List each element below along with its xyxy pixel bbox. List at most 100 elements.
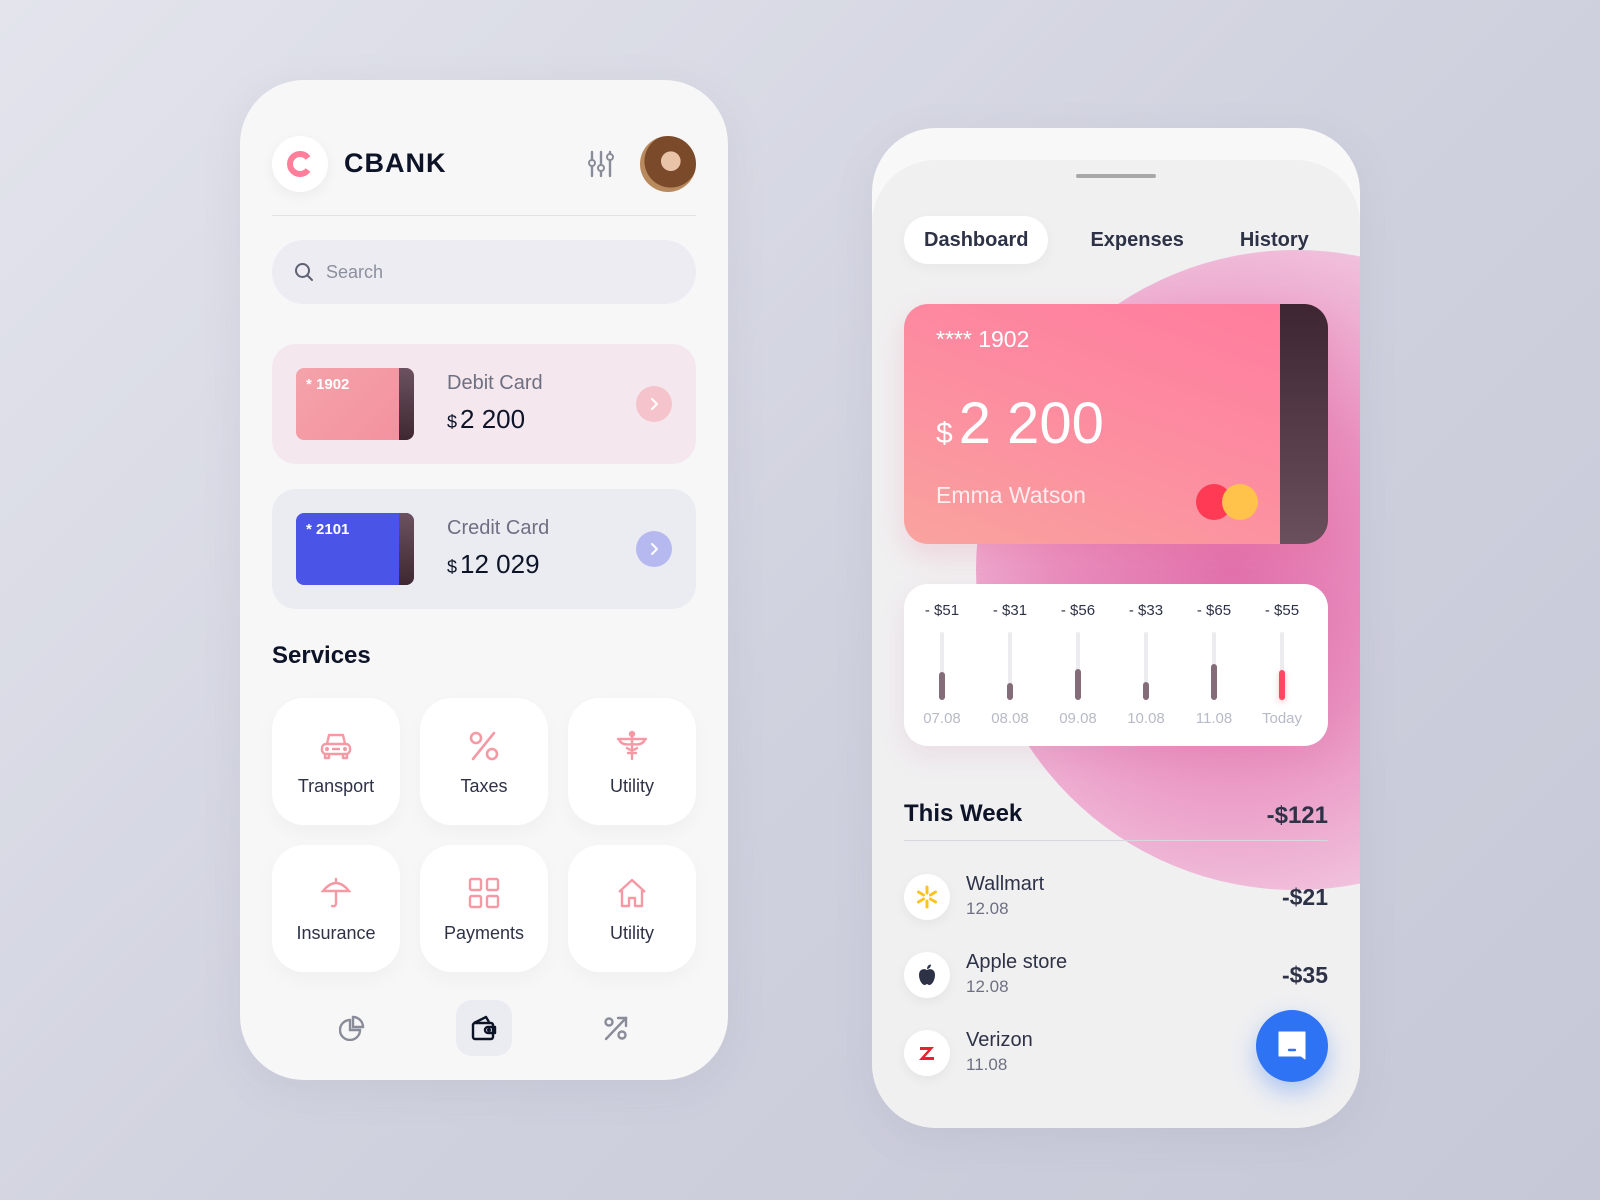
chevron-right-icon	[651, 543, 658, 555]
service-utility-home[interactable]: Utility	[568, 845, 696, 972]
chart-column[interactable]: - $31 08.08	[975, 584, 1045, 746]
account-label: Credit Card	[447, 517, 550, 539]
spend-value-label: - $56	[1060, 602, 1096, 619]
search-bar[interactable]	[272, 240, 696, 304]
spend-bar	[1007, 683, 1013, 700]
service-label: Utility	[610, 923, 654, 943]
merchant-name: Verizon	[966, 1029, 1033, 1051]
umbrella-icon	[320, 877, 352, 908]
this-week-heading: This Week	[904, 800, 1023, 827]
currency-symbol: $	[936, 417, 953, 450]
open-account-button[interactable]	[636, 531, 672, 567]
this-week-total: -$121	[1266, 802, 1328, 829]
nav-statistics[interactable]	[324, 1000, 380, 1056]
car-icon	[320, 733, 352, 760]
merchant-logo	[904, 874, 950, 920]
sliders-icon	[588, 150, 614, 178]
service-insurance[interactable]: Insurance	[272, 845, 400, 972]
account-balance: $12 029	[447, 549, 540, 580]
credit-card-thumbnail: * 2101	[296, 513, 414, 585]
debit-card-thumbnail: * 1902	[296, 368, 414, 440]
spend-bar	[1279, 670, 1285, 700]
chart-column[interactable]: - $55 Today	[1247, 584, 1317, 746]
mastercard-icon	[1196, 484, 1258, 520]
credit-card-account[interactable]: * 2101 Credit Card $12 029	[272, 489, 696, 609]
service-payments[interactable]: Payments	[420, 845, 548, 972]
transaction-date: 12.08	[966, 977, 1009, 996]
tab-history[interactable]: History	[1220, 216, 1329, 264]
service-taxes[interactable]: Taxes	[420, 698, 548, 825]
tab-dashboard[interactable]: Dashboard	[904, 216, 1049, 264]
transaction-row[interactable]: Wallmart 12.08 -$21	[904, 873, 1328, 930]
balance-value: 12 029	[460, 549, 540, 579]
spend-bar	[1075, 669, 1081, 700]
header: CBANK	[272, 136, 696, 192]
spend-value-label: - $51	[924, 602, 960, 619]
card-number: **** 1902	[936, 326, 1030, 352]
currency-symbol: $	[447, 557, 458, 577]
percent-icon	[469, 731, 499, 761]
chat-icon	[1278, 1031, 1306, 1060]
search-input[interactable]	[326, 261, 626, 283]
chart-column[interactable]: - $65 11.08	[1179, 584, 1249, 746]
merchant-name: Wallmart	[966, 873, 1045, 895]
nav-offers[interactable]	[588, 1000, 644, 1056]
balance-value: 2 200	[958, 391, 1104, 456]
dashboard-screen: Dashboard Expenses History **** 1902 $2 …	[872, 128, 1360, 1128]
sheet-handle[interactable]	[1076, 174, 1156, 178]
date-label: 08.08	[991, 710, 1029, 727]
tab-expenses[interactable]: Expenses	[1070, 216, 1203, 264]
currency-symbol: $	[447, 412, 458, 432]
walmart-spark-icon	[917, 885, 937, 909]
transaction-amount: -$21	[1281, 884, 1328, 910]
wallet-icon	[471, 1015, 497, 1041]
service-utility[interactable]: Utility	[568, 698, 696, 825]
search-icon	[295, 263, 313, 281]
dashboard-sheet: Dashboard Expenses History **** 1902 $2 …	[872, 160, 1360, 1128]
nav-wallet[interactable]	[456, 1000, 512, 1056]
chevron-right-icon	[651, 398, 658, 410]
filter-button[interactable]	[586, 149, 616, 179]
services-heading: Services	[272, 642, 371, 669]
transaction-row[interactable]: Apple store 12.08 -$35	[904, 951, 1328, 1008]
debit-card-account[interactable]: * 1902 Debit Card $2 200	[272, 344, 696, 464]
service-transport[interactable]: Transport	[272, 698, 400, 825]
service-label: Transport	[297, 776, 375, 796]
card-stripe	[399, 513, 414, 585]
chart-column[interactable]: - $51 07.08	[907, 584, 977, 746]
card-balance: $2 200	[936, 390, 1104, 457]
verizon-icon	[919, 1047, 934, 1060]
brand-name: CBANK	[344, 148, 447, 178]
open-account-button[interactable]	[636, 386, 672, 422]
merchant-logo	[904, 1030, 950, 1076]
divider	[272, 215, 696, 216]
merchant-logo	[904, 952, 950, 998]
chart-column[interactable]: - $56 09.08	[1043, 584, 1113, 746]
date-label: 09.08	[1059, 710, 1097, 727]
chat-button[interactable]	[1256, 1010, 1328, 1082]
balance-value: 2 200	[460, 404, 526, 434]
service-label: Payments	[443, 923, 525, 943]
spend-value-label: - $55	[1264, 602, 1300, 619]
spend-bar	[1211, 664, 1217, 700]
avatar[interactable]	[640, 136, 696, 192]
caduceus-icon	[616, 730, 648, 761]
bottom-nav	[272, 1000, 696, 1056]
merchant-name: Apple store	[966, 951, 1068, 973]
pie-chart-icon	[339, 1015, 365, 1041]
bank-card[interactable]: **** 1902 $2 200 Emma Watson	[904, 304, 1328, 544]
grid-icon	[468, 877, 500, 909]
home-icon	[618, 878, 646, 908]
daily-spend-chart: - $51 07.08 - $31 08.08 - $56 09.08 - $33 10.08…	[904, 584, 1328, 746]
c-logo-icon	[287, 151, 311, 177]
service-label: Insurance	[296, 923, 376, 943]
transaction-amount: -$35	[1281, 962, 1328, 988]
chart-column[interactable]: - $33 10.08	[1111, 584, 1181, 746]
transaction-date: 12.08	[966, 899, 1009, 918]
services-grid: Transport Taxes Utility Insurance Paymen…	[272, 698, 696, 972]
account-label: Debit Card	[447, 372, 543, 394]
cbank-home-screen: CBANK * 1902 Debit Card $2 200	[240, 80, 728, 1080]
transaction-date: 11.08	[966, 1055, 1008, 1074]
card-stripe	[1280, 304, 1328, 544]
service-label: Taxes	[460, 776, 508, 796]
